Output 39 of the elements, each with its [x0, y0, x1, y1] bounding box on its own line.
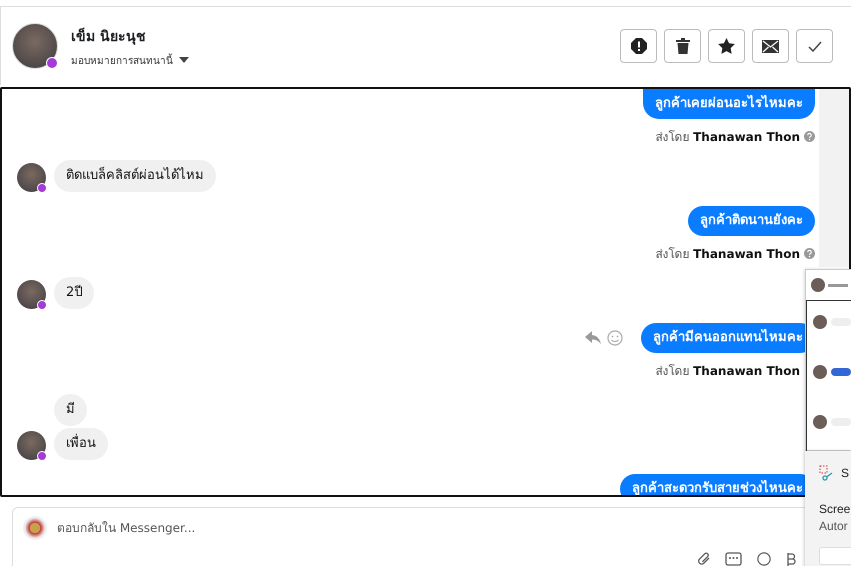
message-bubble: มี: [54, 394, 87, 426]
check-icon: [808, 40, 822, 52]
alert-button[interactable]: [620, 29, 657, 63]
sender-label: ส่งโดย Thanawan Thon: [655, 363, 800, 380]
avatar: [17, 163, 46, 192]
scissors-icon: [819, 465, 833, 481]
message-bubble: ลูกค้าติดนานยังคะ: [688, 206, 815, 236]
trash-button[interactable]: [664, 29, 701, 63]
sender-label: ส่งโดย Thanawan Thon: [655, 246, 800, 263]
alert-icon: [630, 38, 646, 54]
message-bubble: 2ปี: [54, 277, 94, 309]
check-button[interactable]: [796, 29, 833, 63]
avatar: [17, 431, 46, 460]
mail-icon: [762, 40, 779, 52]
notification-text: Autor: [819, 518, 849, 535]
assign-conversation-dropdown[interactable]: มอบหมายการสนทนานี้: [71, 52, 189, 68]
page-avatar: [23, 516, 47, 540]
emoji-icon[interactable]: [756, 552, 772, 566]
app-name: S: [841, 466, 850, 480]
help-icon[interactable]: [804, 248, 815, 259]
message-bubble: เพื่อน: [54, 428, 108, 460]
help-icon[interactable]: [804, 131, 815, 142]
trash-icon: [676, 38, 690, 54]
caret-icon: [179, 57, 189, 63]
message-bubble: ติดแบล็คลิสต์ผ่อนได้ไหม: [54, 160, 216, 192]
paperclip-icon[interactable]: [697, 552, 711, 566]
star-icon: [718, 38, 735, 54]
notification-title: Scree: [819, 501, 851, 518]
contact-name: เข็ม นิยะนุช: [71, 26, 147, 46]
avatar: [12, 23, 58, 69]
saved-replies-icon[interactable]: [725, 552, 742, 566]
reply-icon[interactable]: [585, 331, 601, 345]
mail-button[interactable]: [752, 29, 789, 63]
sender-label: ส่งโดย Thanawan Thon: [655, 129, 800, 146]
screenshot-thumbnail[interactable]: [805, 269, 851, 451]
message-bubble: ลูกค้าเคยผ่อนอะไรไหมคะ: [643, 89, 815, 119]
currency-icon[interactable]: [786, 552, 796, 566]
avatar: [17, 280, 46, 309]
star-button[interactable]: [708, 29, 745, 63]
